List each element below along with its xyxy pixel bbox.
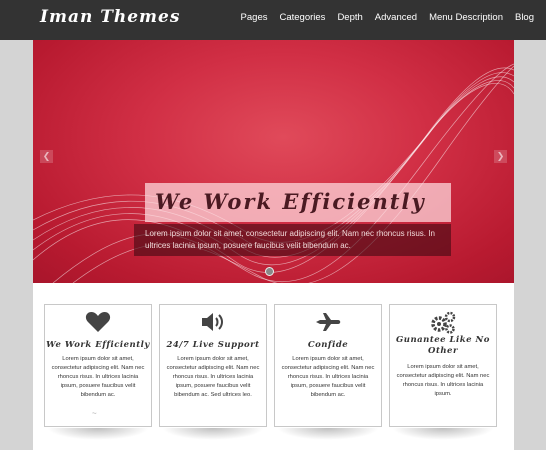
feature-text: Lorem ipsum dolor sit amet, consectetur …	[166, 356, 260, 398]
feature-title: We Work Efficiently	[46, 340, 150, 350]
site-logo[interactable]: Iman Themes	[40, 7, 180, 27]
slide-caption-title: We Work Efficiently	[155, 189, 426, 214]
nav-item-depth[interactable]: Depth	[337, 12, 362, 23]
feature-title: 24/7 Live Support	[166, 340, 260, 350]
nav-item-menu-description[interactable]: Menu Description	[429, 12, 503, 23]
top-bar: Iman Themes Pages Categories Depth Advan…	[0, 0, 546, 40]
feature-card: We Work Efficiently Lorem ipsum dolor si…	[44, 304, 152, 440]
slider-prev-button[interactable]: ❮	[40, 150, 53, 163]
speaker-icon	[160, 310, 266, 339]
wave-small-icon: ~	[92, 409, 97, 418]
airplane-icon	[275, 310, 381, 339]
slide-caption-text: Lorem ipsum dolor sit amet, consectetur …	[145, 229, 435, 250]
card-shadow	[162, 428, 264, 440]
nav-item-pages[interactable]: Pages	[241, 12, 268, 23]
main-nav: Pages Categories Depth Advanced Menu Des…	[229, 12, 534, 23]
slider-pagination-dot[interactable]	[265, 267, 274, 276]
feature-text: Lorem ipsum dolor sit amet, consectetur …	[281, 356, 375, 398]
slider-next-button[interactable]: ❯	[494, 150, 507, 163]
nav-item-blog[interactable]: Blog	[515, 12, 534, 23]
hero-slider: ❮ ❯ We Work Efficiently Lorem ipsum dolo…	[33, 40, 514, 283]
feature-card: Confide Lorem ipsum dolor sit amet, cons…	[274, 304, 382, 440]
slide-caption-text-box: Lorem ipsum dolor sit amet, consectetur …	[134, 224, 451, 256]
card-shadow	[277, 428, 379, 440]
features-section: We Work Efficiently Lorem ipsum dolor si…	[33, 283, 514, 450]
feature-text: Lorem ipsum dolor sit amet, consectetur …	[51, 356, 145, 398]
feature-card: Gunantee Like No Other Lorem ipsum dolor…	[389, 304, 497, 440]
feature-card: 24/7 Live Support Lorem ipsum dolor sit …	[159, 304, 267, 440]
feature-title: Gunantee Like No Other	[396, 335, 490, 356]
chevron-left-icon: ❮	[42, 151, 51, 161]
nav-item-advanced[interactable]: Advanced	[375, 12, 417, 23]
heart-icon	[45, 310, 151, 339]
chevron-right-icon: ❯	[496, 151, 505, 161]
card-shadow	[47, 428, 149, 440]
feature-text: Lorem ipsum dolor sit amet, consectetur …	[396, 364, 490, 397]
slide-caption-title-box: We Work Efficiently	[145, 183, 451, 222]
card-shadow	[392, 428, 494, 440]
feature-title: Confide	[307, 340, 349, 350]
nav-item-categories[interactable]: Categories	[279, 12, 325, 23]
